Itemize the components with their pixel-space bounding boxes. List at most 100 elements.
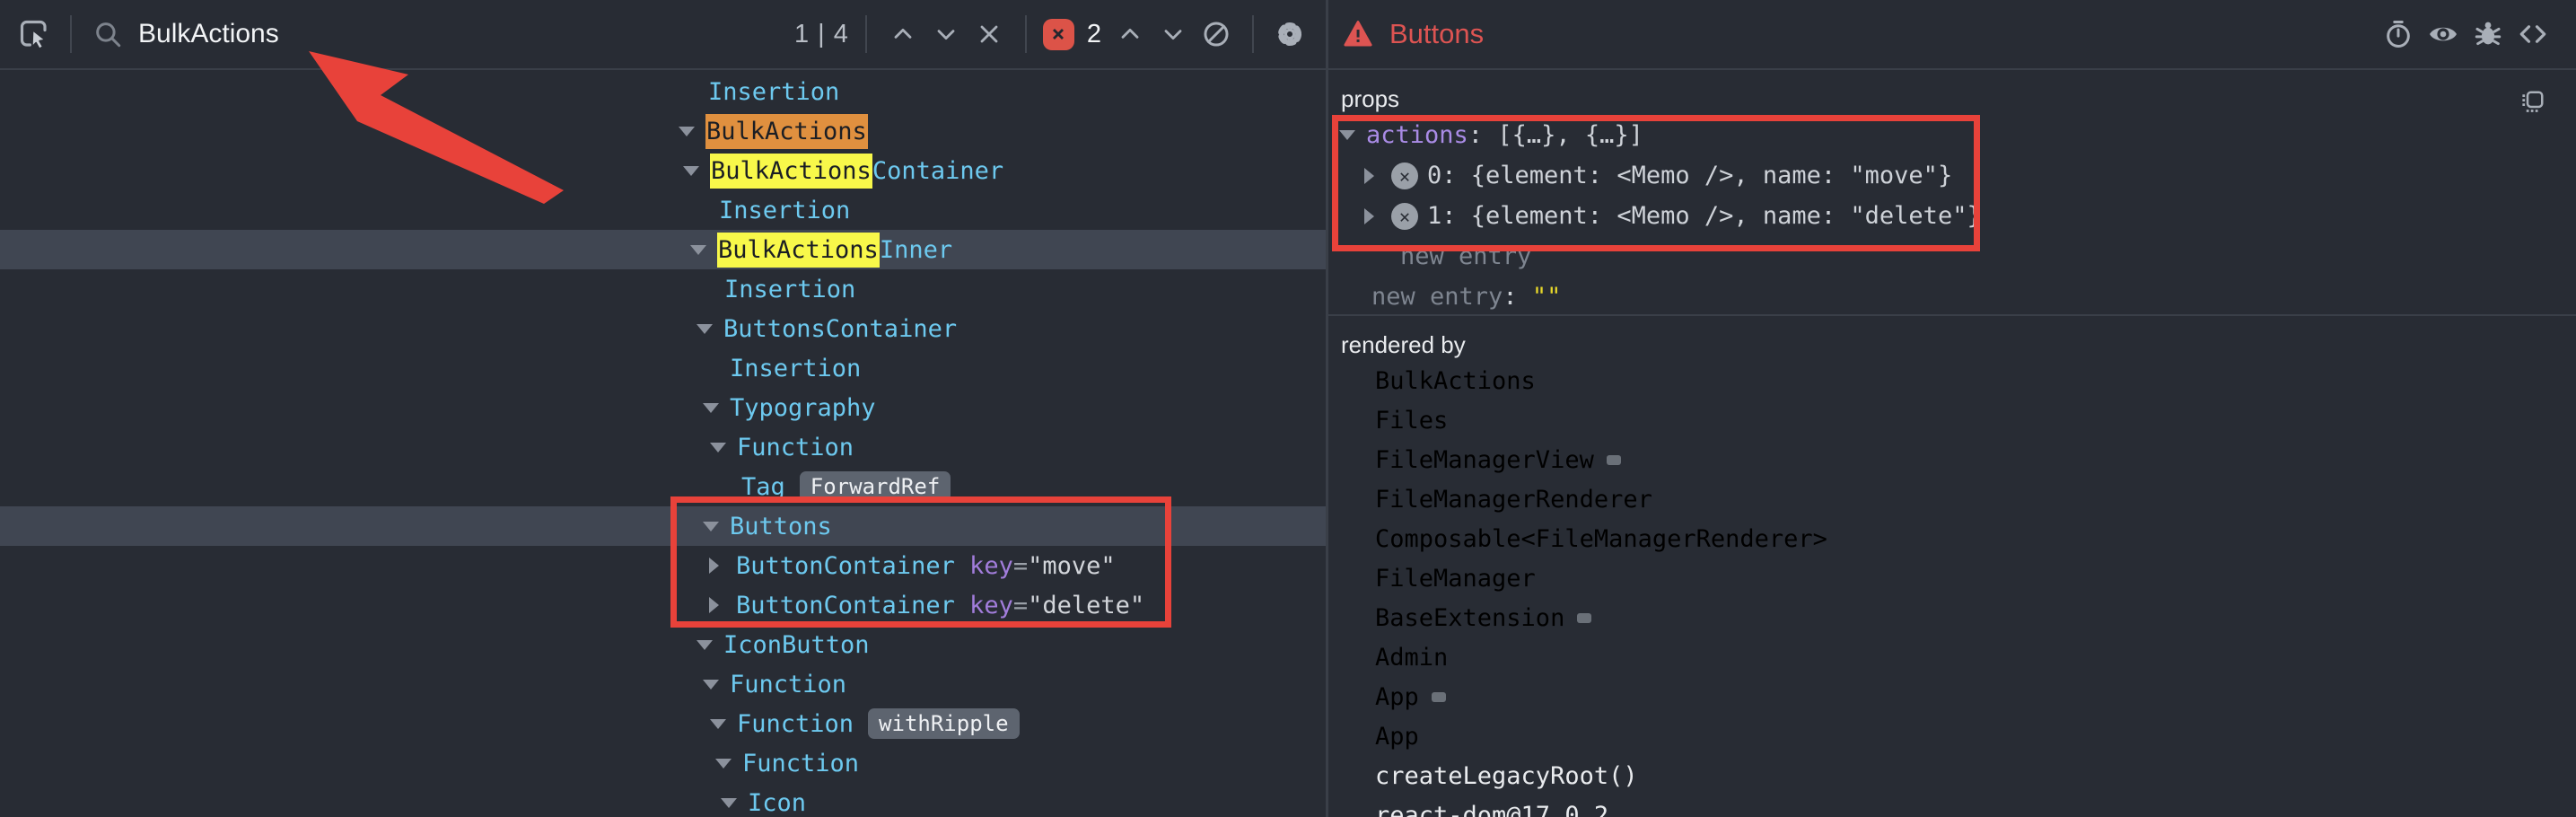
expander-open-icon[interactable] xyxy=(715,759,742,769)
rendered-by-item[interactable]: Admin xyxy=(1375,637,2576,677)
expander-open-icon[interactable] xyxy=(697,640,723,650)
tree-row[interactable]: BulkActionsInner xyxy=(0,230,1326,269)
tree-row[interactable]: ButtonContainer key="move" xyxy=(0,546,1326,585)
tree-row[interactable]: Typography xyxy=(0,388,1326,427)
prop-row[interactable]: actions: [{…}, {…}] xyxy=(1339,115,2576,155)
expander-closed-icon[interactable] xyxy=(709,597,736,613)
rendered-by-item[interactable]: App xyxy=(1375,677,2576,716)
components-panel: 1 | 4 2 Inserti xyxy=(0,0,1326,817)
expander-open-icon[interactable] xyxy=(683,166,710,176)
tree-row[interactable]: Insertion xyxy=(0,269,1326,309)
toolbar-divider xyxy=(70,15,72,53)
rendered-by-item[interactable]: FileManager xyxy=(1375,558,2576,598)
prop-row[interactable]: new entry xyxy=(1400,236,2576,277)
rendered-by-item[interactable]: BulkActions xyxy=(1375,361,2576,400)
memo-badge-icon xyxy=(1607,455,1621,465)
next-result-button[interactable] xyxy=(926,14,966,54)
hoc-badge: ForwardRef xyxy=(800,471,951,502)
previous-error-button[interactable] xyxy=(1110,14,1150,54)
inspect-dom-button[interactable] xyxy=(2423,14,2463,54)
rendered-by-label: react-dom@17.0.2 xyxy=(1375,802,1608,817)
eye-icon xyxy=(2427,18,2459,50)
memo-badge-icon xyxy=(1432,692,1446,702)
remove-entry-icon[interactable]: ✕ xyxy=(1391,163,1418,189)
clear-search-button[interactable] xyxy=(969,14,1009,54)
expander-closed-icon[interactable] xyxy=(1364,208,1391,224)
rendered-by-label: FileManagerView xyxy=(1375,446,1594,474)
prop-row[interactable]: ✕1: {element: <Memo />, name: "delete"} xyxy=(1364,196,2576,236)
rendered-by-item[interactable]: react-dom@17.0.2 xyxy=(1375,795,2576,817)
expander-open-icon[interactable] xyxy=(697,324,723,334)
rendered-by-item[interactable]: FileManagerView xyxy=(1375,440,2576,479)
tree-row[interactable]: IconButton xyxy=(0,625,1326,664)
tree-row[interactable]: BulkActions xyxy=(0,111,1326,151)
expander-open-icon[interactable] xyxy=(703,522,730,531)
expander-open-icon[interactable] xyxy=(710,443,737,452)
rendered-by-item[interactable]: createLegacyRoot() xyxy=(1375,756,2576,795)
rendered-by-label: App xyxy=(1375,683,1419,711)
rendered-by-label: Admin xyxy=(1375,644,1448,672)
label-part: IconButton xyxy=(723,631,870,659)
details-panel: Buttons props xyxy=(1328,0,2576,817)
next-error-button[interactable] xyxy=(1153,14,1193,54)
search-input[interactable] xyxy=(138,19,767,49)
tree-row[interactable]: Function xyxy=(0,427,1326,467)
expander-open-icon[interactable] xyxy=(703,403,730,413)
tree-row[interactable]: Insertion xyxy=(0,190,1326,230)
clear-errors-button[interactable] xyxy=(1196,14,1236,54)
expander-open-icon[interactable] xyxy=(679,127,705,136)
rendered-by-label: BulkActions xyxy=(1375,367,1536,395)
bug-icon xyxy=(2473,19,2503,49)
rendered-by-item[interactable]: Files xyxy=(1375,400,2576,440)
rendered-by-item[interactable]: App xyxy=(1375,716,2576,756)
suspense-toggle-button[interactable] xyxy=(2379,14,2418,54)
rendered-by-label: BaseExtension xyxy=(1375,604,1564,632)
rendered-by-item[interactable]: FileManagerRenderer xyxy=(1375,479,2576,519)
toolbar-divider xyxy=(1252,15,1254,53)
toolbar-divider xyxy=(1025,15,1027,53)
close-icon xyxy=(975,20,1003,48)
rendered-by-label: Files xyxy=(1375,407,1448,435)
expander-open-icon[interactable] xyxy=(710,719,737,729)
label-part: Container xyxy=(872,157,1003,185)
prop-row[interactable]: ✕0: {element: <Memo />, name: "move"} xyxy=(1364,155,2576,196)
rendered-by-label: App xyxy=(1375,723,1419,751)
inspect-element-button[interactable] xyxy=(14,14,54,54)
copy-props-button[interactable] xyxy=(2517,88,2547,119)
tree-row[interactable]: FunctionwithRipple xyxy=(0,704,1326,743)
rendered-by-item[interactable]: BaseExtension xyxy=(1375,598,2576,637)
expander-open-icon[interactable] xyxy=(703,680,730,690)
expander-open-icon[interactable] xyxy=(721,798,748,808)
tree-row[interactable]: Buttons xyxy=(0,506,1326,546)
tree-row[interactable]: Insertion xyxy=(0,348,1326,388)
label-part: key xyxy=(969,552,1013,580)
expander-open-icon[interactable] xyxy=(1339,130,1366,140)
expander-closed-icon[interactable] xyxy=(1364,168,1391,184)
tree-row[interactable]: ButtonContainer key="delete" xyxy=(0,585,1326,625)
rendered-by-label: FileManager xyxy=(1375,565,1536,593)
tree-row[interactable]: BulkActionsContainer xyxy=(0,151,1326,190)
tree-row[interactable]: ButtonsContainer xyxy=(0,309,1326,348)
rendered-by-list: BulkActions Files FileManagerView FileManag… xyxy=(1328,361,2576,817)
code-icon xyxy=(2517,18,2549,50)
tree-row[interactable]: Function xyxy=(0,664,1326,704)
tree-row[interactable]: Icon xyxy=(0,783,1326,817)
previous-result-button[interactable] xyxy=(883,14,923,54)
prop-row[interactable]: new entry: "" xyxy=(1371,277,2576,317)
tree-row[interactable]: Function xyxy=(0,743,1326,783)
rendered-by-item[interactable]: Composable<FileManagerRenderer> xyxy=(1375,519,2576,558)
expander-closed-icon[interactable] xyxy=(709,558,736,574)
tree-row[interactable]: Insertion xyxy=(0,72,1326,111)
expander-open-icon[interactable] xyxy=(690,245,717,255)
label-part: actions xyxy=(1366,121,1468,149)
warning-icon xyxy=(1343,19,1373,49)
remove-entry-icon[interactable]: ✕ xyxy=(1391,203,1418,230)
label-part: ButtonContainer xyxy=(736,552,969,580)
view-source-button[interactable] xyxy=(2513,14,2553,54)
error-badge-icon xyxy=(1043,19,1074,50)
log-to-console-button[interactable] xyxy=(2468,14,2508,54)
label-part: Function xyxy=(737,710,854,738)
settings-button[interactable] xyxy=(1270,14,1310,54)
label-part: Icon xyxy=(748,789,806,817)
tree-row[interactable]: TagForwardRef xyxy=(0,467,1326,506)
